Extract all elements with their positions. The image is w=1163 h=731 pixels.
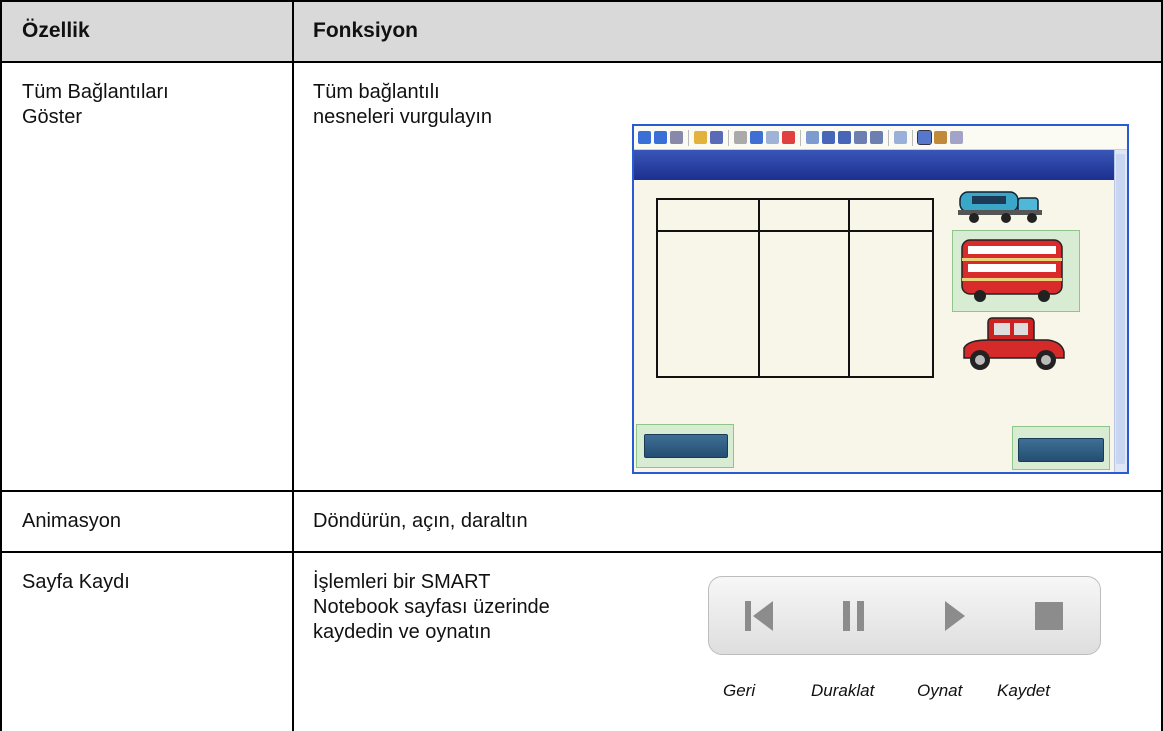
header-feature: Özellik <box>22 19 90 42</box>
column-divider <box>292 0 294 731</box>
play-icon <box>945 601 965 631</box>
feature-show-links: Tüm Bağlantıları Göster <box>22 81 169 128</box>
header-divider <box>0 61 1163 63</box>
notebook-scrollbar <box>1114 150 1127 472</box>
pause-icon <box>843 601 864 631</box>
delete-icon <box>782 131 795 144</box>
header-function: Fonksiyon <box>313 19 419 42</box>
vintage-car-icon <box>963 317 1065 370</box>
pen-icon <box>934 131 947 144</box>
forward-arrow-icon <box>654 131 667 144</box>
redo-icon <box>766 131 779 144</box>
notebook-screenshot <box>632 124 1129 474</box>
feature-page-recording: Sayfa Kaydı <box>22 571 130 593</box>
select-arrow-icon <box>917 130 932 145</box>
right-nav-button <box>1018 438 1104 462</box>
capture-icon <box>854 131 867 144</box>
row-divider-1 <box>0 490 1163 492</box>
back-label: Geri <box>723 681 756 700</box>
feature-animation: Animasyon <box>22 510 121 532</box>
save-icon <box>710 131 723 144</box>
feature-table: Özellik Fonksiyon Tüm Bağlantıları Göste… <box>0 0 1163 731</box>
table-border-top <box>0 0 1163 2</box>
double-decker-bus-icon <box>961 239 1063 302</box>
recorder-toolbar <box>708 576 1101 655</box>
stop-icon <box>1035 602 1063 630</box>
table-icon <box>894 131 907 144</box>
display-icon <box>822 131 835 144</box>
play-label: Oynat <box>917 681 963 700</box>
notebook-toolbar <box>634 126 1127 150</box>
record-label: Kaydet <box>997 681 1050 700</box>
row-divider-2 <box>0 551 1163 553</box>
open-folder-icon <box>694 131 707 144</box>
function-page-recording: İşlemleri bir SMART Notebook sayfası üze… <box>313 571 550 643</box>
left-nav-button <box>644 434 728 458</box>
undo-icon <box>750 131 763 144</box>
function-show-links: Tüm bağlantılı nesneleri vurgulayın <box>313 81 492 128</box>
pause-label: Duraklat <box>811 681 875 700</box>
drawn-table <box>656 198 934 378</box>
screen-shade-icon <box>806 131 819 144</box>
paste-icon <box>734 131 747 144</box>
highlighter-icon <box>950 131 963 144</box>
rewind-icon <box>745 601 773 631</box>
page-icon <box>670 131 683 144</box>
table-header: Özellik Fonksiyon <box>0 0 1163 62</box>
table-border-left <box>0 0 2 731</box>
function-animation: Döndürün, açın, daraltın <box>313 510 528 532</box>
text-icon <box>870 131 883 144</box>
dual-display-icon <box>838 131 851 144</box>
back-arrow-icon <box>638 131 651 144</box>
title-band <box>634 150 1119 180</box>
tanker-truck-icon <box>958 191 1042 223</box>
